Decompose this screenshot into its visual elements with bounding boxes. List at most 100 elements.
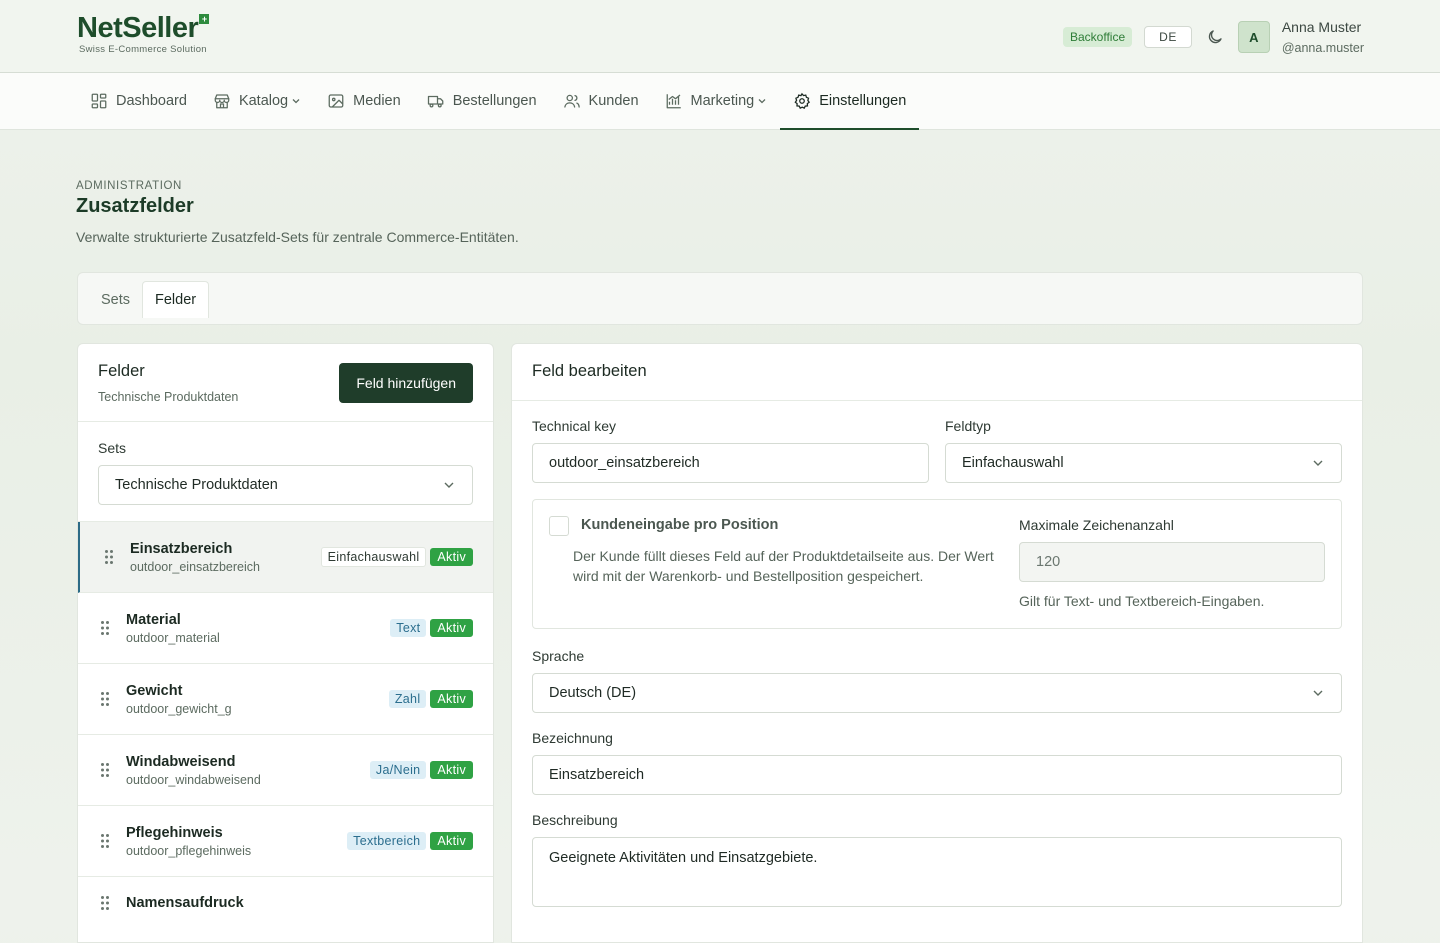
add-field-button[interactable]: Feld hinzufügen: [339, 363, 473, 403]
image-icon: [328, 94, 344, 108]
chevron-down-icon: [292, 99, 300, 104]
field-type-value: Einfachauswahl: [962, 455, 1064, 471]
nav-bestellungen-label: Bestellungen: [452, 93, 537, 109]
field-list-item[interactable]: Windabweisend outdoor_windabweisend Ja/N…: [78, 735, 493, 806]
customer-input-title: Kundeneingabe pro Position: [581, 517, 779, 533]
field-list-item[interactable]: Einsatzbereich outdoor_einsatzbereich Ei…: [78, 522, 493, 593]
drag-handle-icon[interactable]: [104, 549, 114, 565]
sets-select-value: Technische Produktdaten: [115, 477, 278, 493]
brand-plus-icon: +: [199, 14, 210, 24]
nav-katalog[interactable]: Katalog: [200, 73, 314, 129]
field-list-item[interactable]: Gewicht outdoor_gewicht_g Zahl Aktiv: [78, 664, 493, 735]
nav-dashboard-label: Dashboard: [116, 93, 187, 109]
description-label: Beschreibung: [532, 812, 618, 828]
field-type-badge: Zahl: [388, 690, 427, 708]
sets-label: Sets: [98, 440, 127, 456]
max-chars-input[interactable]: 120: [1019, 542, 1325, 582]
nav-katalog-label: Katalog: [238, 93, 289, 109]
nav-dashboard[interactable]: Dashboard: [77, 73, 200, 129]
nav-medien-label: Medien: [353, 93, 401, 109]
name-input[interactable]: Einsatzbereich: [532, 755, 1342, 795]
store-icon: [214, 94, 230, 109]
customer-input-checkbox[interactable]: [549, 516, 569, 536]
page-header: ADMINISTRATION Zusatzfelder Verwalte str…: [0, 130, 1440, 245]
main-nav: Dashboard Katalog Medien Bestellungen Ku…: [0, 73, 1440, 130]
page-title: Zusatzfelder: [76, 195, 194, 217]
field-type-select[interactable]: Einfachauswahl: [945, 443, 1342, 483]
field-type-badge: Einfachauswahl: [320, 547, 427, 567]
max-chars-hint: Gilt für Text- und Textbereich-Eingaben.: [1019, 593, 1265, 609]
drag-handle-icon[interactable]: [100, 691, 110, 707]
top-bar: NetSeller + Swiss E-Commerce Solution Bac…: [0, 0, 1440, 73]
field-list-item[interactable]: Pflegehinweis outdoor_pflegehinweis Text…: [78, 806, 493, 877]
user-menu[interactable]: Anna Muster @anna.muster: [1282, 18, 1364, 56]
editor-title: Feld bearbeiten: [512, 344, 1362, 401]
nav-kunden[interactable]: Kunden: [550, 73, 652, 129]
field-name: Pflegehinweis: [126, 824, 223, 841]
nav-medien[interactable]: Medien: [314, 73, 414, 129]
language-value: Deutsch (DE): [549, 685, 637, 701]
technical-key-label: Technical key: [532, 418, 617, 434]
field-list-item[interactable]: Namensaufdruck: [78, 877, 493, 942]
field-key: outdoor_einsatzbereich: [130, 559, 260, 574]
nav-marketing[interactable]: Marketing: [652, 73, 781, 129]
description-textarea[interactable]: Geeignete Aktivitäten und Einsatzgebiete…: [532, 837, 1342, 907]
chevron-down-icon: [758, 99, 766, 104]
field-status-badge: Aktiv: [430, 548, 473, 566]
fields-panel: Felder Technische Produktdaten Feld hinz…: [77, 343, 494, 943]
drag-handle-icon[interactable]: [100, 895, 110, 911]
field-key: outdoor_windabweisend: [126, 772, 261, 787]
field-key: outdoor_gewicht_g: [126, 701, 232, 716]
field-key: outdoor_material: [126, 630, 220, 645]
nav-bestellungen[interactable]: Bestellungen: [414, 73, 550, 129]
field-list-item[interactable]: Material outdoor_material Text Aktiv: [78, 593, 493, 664]
field-name: Einsatzbereich: [130, 540, 233, 557]
language-select[interactable]: Deutsch (DE): [532, 673, 1342, 713]
field-status-badge: Aktiv: [430, 690, 473, 708]
user-avatar[interactable]: A: [1237, 21, 1270, 54]
max-chars-label: Maximale Zeichenanzahl: [1019, 517, 1174, 533]
gear-icon: [794, 92, 811, 109]
chevron-down-icon: [444, 482, 454, 488]
nav-einstellungen[interactable]: Einstellungen: [780, 73, 920, 130]
brand-tagline: Swiss E-Commerce Solution: [79, 44, 207, 55]
field-type-badge: Ja/Nein: [369, 761, 427, 779]
field-status-badge: Aktiv: [430, 761, 473, 779]
chart-icon: [666, 94, 681, 109]
field-type-label: Feldtyp: [945, 418, 991, 434]
customer-input-box: Kundeneingabe pro Position Der Kunde fül…: [532, 499, 1342, 629]
field-name: Material: [126, 611, 181, 628]
field-key: outdoor_pflegehinweis: [126, 843, 252, 858]
drag-handle-icon[interactable]: [100, 620, 110, 636]
dashboard-icon: [91, 93, 107, 109]
chevron-down-icon: [1313, 690, 1323, 696]
field-name: Windabweisend: [126, 753, 236, 770]
customer-input-description: Der Kunde füllt dieses Feld auf der Prod…: [573, 548, 994, 585]
drag-handle-icon[interactable]: [100, 762, 110, 778]
user-name: Anna Muster: [1281, 19, 1362, 35]
technical-key-input[interactable]: outdoor_einsatzbereich: [532, 443, 929, 483]
name-label: Bezeichnung: [532, 730, 613, 746]
tab-sets[interactable]: Sets: [89, 281, 142, 318]
nav-einstellungen-label: Einstellungen: [819, 93, 907, 109]
tab-bar: Sets Felder: [77, 272, 1363, 325]
field-list: Einsatzbereich outdoor_einsatzbereich Ei…: [78, 521, 493, 942]
language-switcher[interactable]: DE: [1144, 26, 1192, 49]
field-status-badge: Aktiv: [430, 832, 473, 850]
field-status-badge: Aktiv: [430, 619, 473, 637]
users-icon: [563, 94, 580, 108]
nav-kunden-label: Kunden: [588, 93, 639, 109]
field-editor-panel: Feld bearbeiten Technical key outdoor_ei…: [511, 343, 1363, 943]
language-label: Sprache: [532, 648, 585, 664]
drag-handle-icon[interactable]: [100, 833, 110, 849]
nav-marketing-label: Marketing: [690, 93, 755, 109]
brand-logo[interactable]: NetSeller + Swiss E-Commerce Solution: [77, 12, 210, 55]
sets-select[interactable]: Technische Produktdaten: [98, 465, 473, 505]
user-handle: @anna.muster: [1281, 41, 1364, 56]
field-type-badge: Textbereich: [347, 832, 427, 850]
tab-felder[interactable]: Felder: [142, 281, 210, 318]
brand-name: NetSeller: [77, 12, 199, 44]
field-name: Namensaufdruck: [126, 895, 244, 911]
dark-mode-toggle-icon[interactable]: [1206, 28, 1224, 46]
page-eyebrow: ADMINISTRATION: [76, 180, 182, 192]
